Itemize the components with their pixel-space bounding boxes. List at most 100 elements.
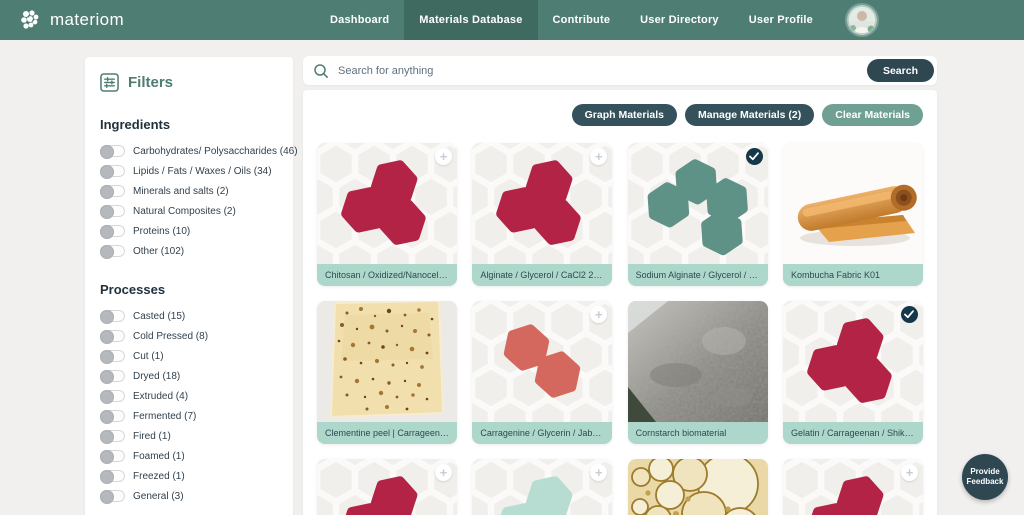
filter-toggle-row[interactable]: Cut (1) <box>100 350 278 364</box>
filter-toggle-row[interactable]: Other (102) <box>100 245 278 259</box>
toggle-switch[interactable] <box>100 390 125 404</box>
toggle-switch[interactable] <box>100 145 125 159</box>
manage-materials-button[interactable]: Manage Materials (2) <box>684 104 815 126</box>
filter-toggle-row[interactable]: Cold Pressed (8) <box>100 330 278 344</box>
filter-toggle-row[interactable]: Extruded (4) <box>100 390 278 404</box>
filter-list-processes: Casted (15) Cold Pressed (8) Cut (1) Dry… <box>100 310 278 504</box>
material-card[interactable]: + Chitosan / Oxidized/Nanocellulose... <box>317 143 457 286</box>
processes-heading: Processes <box>100 282 166 297</box>
toggle-label: Foamed (1) <box>133 450 185 462</box>
search-input[interactable] <box>338 64 867 77</box>
materials-grid: + Chitosan / Oxidized/Nanocellulose... +… <box>317 143 923 515</box>
material-card[interactable]: Sodium Alginate / Glycerol / Virgin ... <box>627 143 768 286</box>
nav-user-directory[interactable]: User Directory <box>625 0 734 40</box>
toggle-switch[interactable] <box>100 330 125 344</box>
brand-name: materiom <box>50 10 125 29</box>
filter-toggle-row[interactable]: Casted (15) <box>100 310 278 324</box>
toggle-label: Other (102) <box>133 245 185 257</box>
add-material-icon[interactable]: + <box>435 464 452 481</box>
toggle-label: Casted (15) <box>133 310 186 322</box>
toggle-label: Extruded (4) <box>133 390 189 402</box>
provide-feedback-button[interactable]: Provide Feedback <box>962 454 1008 500</box>
material-image <box>317 301 457 422</box>
material-card[interactable]: + <box>472 459 613 515</box>
graph-materials-button[interactable]: Graph Materials <box>571 104 677 126</box>
filters-title: Filters <box>128 74 174 91</box>
avatar[interactable] <box>847 5 877 35</box>
brand: materiom <box>0 0 124 40</box>
toggle-label: Cut (1) <box>133 350 164 362</box>
filter-toggle-row[interactable]: Carbohydrates/ Polysaccharides (46) <box>100 145 298 159</box>
nav-user-profile[interactable]: User Profile <box>734 0 828 40</box>
filter-toggle-row[interactable]: Natural Composites (2) <box>100 205 278 219</box>
navbar: materiom Dashboard Materials Database Co… <box>0 0 1024 40</box>
toggle-label: Carbohydrates/ Polysaccharides (46) <box>133 145 298 157</box>
nav-materials-database[interactable]: Materials Database <box>404 0 538 40</box>
toggle-switch[interactable] <box>100 430 125 444</box>
material-title: Kombucha Fabric K01 <box>782 264 923 286</box>
search-icon <box>314 63 328 78</box>
material-title: Alginate / Glycerol / CaCl2 2H2O / ... <box>472 264 613 286</box>
filters-sidebar: Filters Ingredients Carbohydrates/ Polys… <box>85 57 298 515</box>
material-card[interactable]: + <box>317 459 457 515</box>
material-card[interactable]: Gelatin / Carrageenan / Shikonin /... <box>782 301 923 444</box>
toggle-switch[interactable] <box>100 490 125 504</box>
material-card[interactable]: + Alginate / Glycerol / CaCl2 2H2O / ... <box>472 143 613 286</box>
toggle-switch[interactable] <box>100 310 125 324</box>
material-image <box>782 143 923 264</box>
materials-panel: Graph Materials Manage Materials (2) Cle… <box>303 90 937 515</box>
toggle-switch[interactable] <box>100 225 125 239</box>
material-title: Carragenine / Glycerin / Jaboticab... <box>472 422 613 444</box>
filters-icon <box>100 73 119 92</box>
filter-toggle-row[interactable]: Fired (1) <box>100 430 278 444</box>
filters-header: Filters <box>100 73 278 92</box>
toggle-switch[interactable] <box>100 370 125 384</box>
toggle-label: Proteins (10) <box>133 225 191 237</box>
toggle-switch[interactable] <box>100 470 125 484</box>
nav-dashboard[interactable]: Dashboard <box>315 0 404 40</box>
materials-toolbar: Graph Materials Manage Materials (2) Cle… <box>317 104 923 126</box>
selected-check-icon[interactable] <box>745 148 763 165</box>
toggle-label: Lipids / Fats / Waxes / Oils (34) <box>133 165 272 177</box>
search-button[interactable]: Search <box>866 59 934 82</box>
search-bar: Search <box>303 56 937 85</box>
nav-contribute[interactable]: Contribute <box>538 0 626 40</box>
filter-toggle-row[interactable]: General (3) <box>100 490 278 504</box>
material-card[interactable]: + Carragenine / Glycerin / Jaboticab... <box>472 301 613 444</box>
material-card[interactable]: Cornstarch biomaterial <box>627 301 768 444</box>
toggle-label: Dryed (18) <box>133 370 181 382</box>
toggle-switch[interactable] <box>100 205 125 219</box>
filter-toggle-row[interactable]: Lipids / Fats / Waxes / Oils (34) <box>100 165 278 179</box>
material-image <box>627 459 768 515</box>
main-nav: Dashboard Materials Database Contribute … <box>315 0 828 40</box>
selected-check-icon[interactable] <box>900 306 918 323</box>
toggle-label: Fired (1) <box>133 430 171 442</box>
toggle-switch[interactable] <box>100 450 125 464</box>
filter-toggle-row[interactable]: Dryed (18) <box>100 370 278 384</box>
material-card[interactable] <box>627 459 768 515</box>
toggle-switch[interactable] <box>100 245 125 259</box>
provide-feedback-label: Provide Feedback <box>966 467 1004 486</box>
clear-materials-button[interactable]: Clear Materials <box>822 104 923 126</box>
toggle-label: Minerals and salts (2) <box>133 185 229 197</box>
filter-toggle-row[interactable]: Foamed (1) <box>100 450 278 464</box>
toggle-switch[interactable] <box>100 185 125 199</box>
material-title: Cornstarch biomaterial <box>627 422 768 444</box>
toggle-switch[interactable] <box>100 350 125 364</box>
material-title: Sodium Alginate / Glycerol / Virgin ... <box>627 264 768 286</box>
toggle-label: General (3) <box>133 490 184 502</box>
material-card[interactable]: Kombucha Fabric K01 <box>782 143 923 286</box>
material-title: Clementine peel | Carrageenan Ka... <box>317 422 457 444</box>
filter-toggle-row[interactable]: Proteins (10) <box>100 225 278 239</box>
filter-toggle-row[interactable]: Minerals and salts (2) <box>100 185 278 199</box>
add-material-icon[interactable]: + <box>900 464 918 481</box>
material-card[interactable]: Clementine peel | Carrageenan Ka... <box>317 301 457 444</box>
filter-toggle-row[interactable]: Freezed (1) <box>100 470 278 484</box>
toggle-switch[interactable] <box>100 165 125 179</box>
material-card[interactable]: + <box>782 459 923 515</box>
toggle-label: Cold Pressed (8) <box>133 330 209 342</box>
add-material-icon[interactable]: + <box>435 148 452 165</box>
ingredients-heading: Ingredients <box>100 117 171 132</box>
filter-toggle-row[interactable]: Fermented (7) <box>100 410 278 424</box>
toggle-switch[interactable] <box>100 410 125 424</box>
